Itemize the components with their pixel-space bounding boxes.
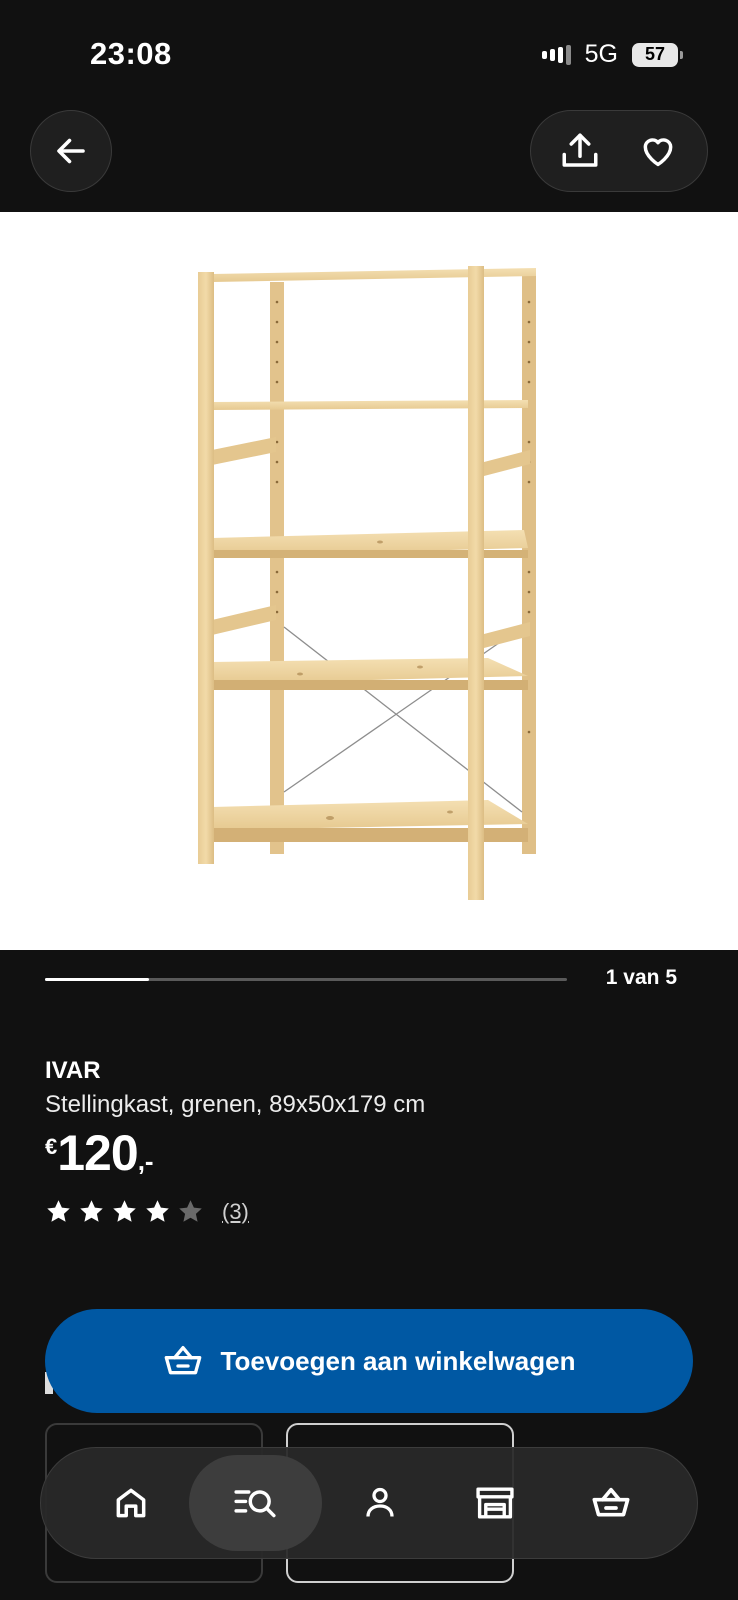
gallery-counter: 1 van 5 bbox=[605, 966, 677, 989]
person-icon bbox=[366, 1487, 394, 1517]
tab-home[interactable] bbox=[73, 1455, 189, 1551]
tab-cart[interactable] bbox=[553, 1455, 669, 1551]
price-amount: 120 bbox=[57, 1125, 138, 1181]
tab-account[interactable] bbox=[322, 1455, 438, 1551]
product-rating[interactable]: (3) bbox=[45, 1198, 249, 1225]
search-list-icon bbox=[234, 1490, 276, 1518]
star-icon bbox=[80, 1200, 103, 1222]
star-icon bbox=[179, 1200, 202, 1222]
heart-icon bbox=[643, 138, 673, 167]
battery-level: 57 bbox=[644, 44, 666, 64]
shelving-unit-image bbox=[198, 266, 536, 900]
price-currency: € bbox=[45, 1134, 58, 1159]
gallery-progress-bar bbox=[45, 978, 567, 981]
home-icon bbox=[116, 1488, 146, 1518]
product-image[interactable] bbox=[0, 212, 738, 950]
star-icon bbox=[47, 1200, 70, 1222]
price-suffix: ,- bbox=[137, 1146, 154, 1176]
add-to-cart-button[interactable]: Toevoegen aan winkelwagen bbox=[45, 1309, 693, 1413]
share-button[interactable] bbox=[550, 121, 610, 181]
tab-store[interactable] bbox=[438, 1455, 554, 1551]
network-type: 5G bbox=[584, 40, 618, 68]
product-price: € 120 ,- bbox=[45, 1128, 154, 1178]
product-description: Stellingkast, grenen, 89x50x179 cm bbox=[45, 1091, 426, 1118]
basket-icon bbox=[164, 1345, 201, 1375]
battery-icon: 57 bbox=[632, 42, 683, 67]
status-bar: 23:08 5G 57 bbox=[0, 0, 738, 100]
star-icon bbox=[113, 1200, 136, 1222]
signal-icon bbox=[541, 44, 571, 65]
product-name: IVAR bbox=[45, 1057, 101, 1084]
bottom-tab-bar bbox=[40, 1447, 698, 1559]
top-nav bbox=[0, 100, 738, 212]
store-icon bbox=[476, 1487, 515, 1519]
wishlist-button[interactable] bbox=[628, 121, 688, 181]
rating-count[interactable]: (3) bbox=[222, 1199, 249, 1225]
add-to-cart-label: Toevoegen aan winkelwagen bbox=[220, 1345, 576, 1376]
arrow-left-icon bbox=[57, 138, 85, 164]
status-indicators: 5G 57 bbox=[541, 40, 683, 69]
gallery-progress-fill bbox=[45, 978, 150, 981]
action-pill bbox=[530, 110, 708, 192]
tab-search[interactable] bbox=[188, 1455, 322, 1551]
share-icon bbox=[562, 133, 598, 167]
basket-icon bbox=[592, 1487, 630, 1517]
status-time: 23:08 bbox=[90, 36, 172, 71]
back-button[interactable] bbox=[30, 110, 112, 192]
star-icon bbox=[146, 1200, 169, 1222]
